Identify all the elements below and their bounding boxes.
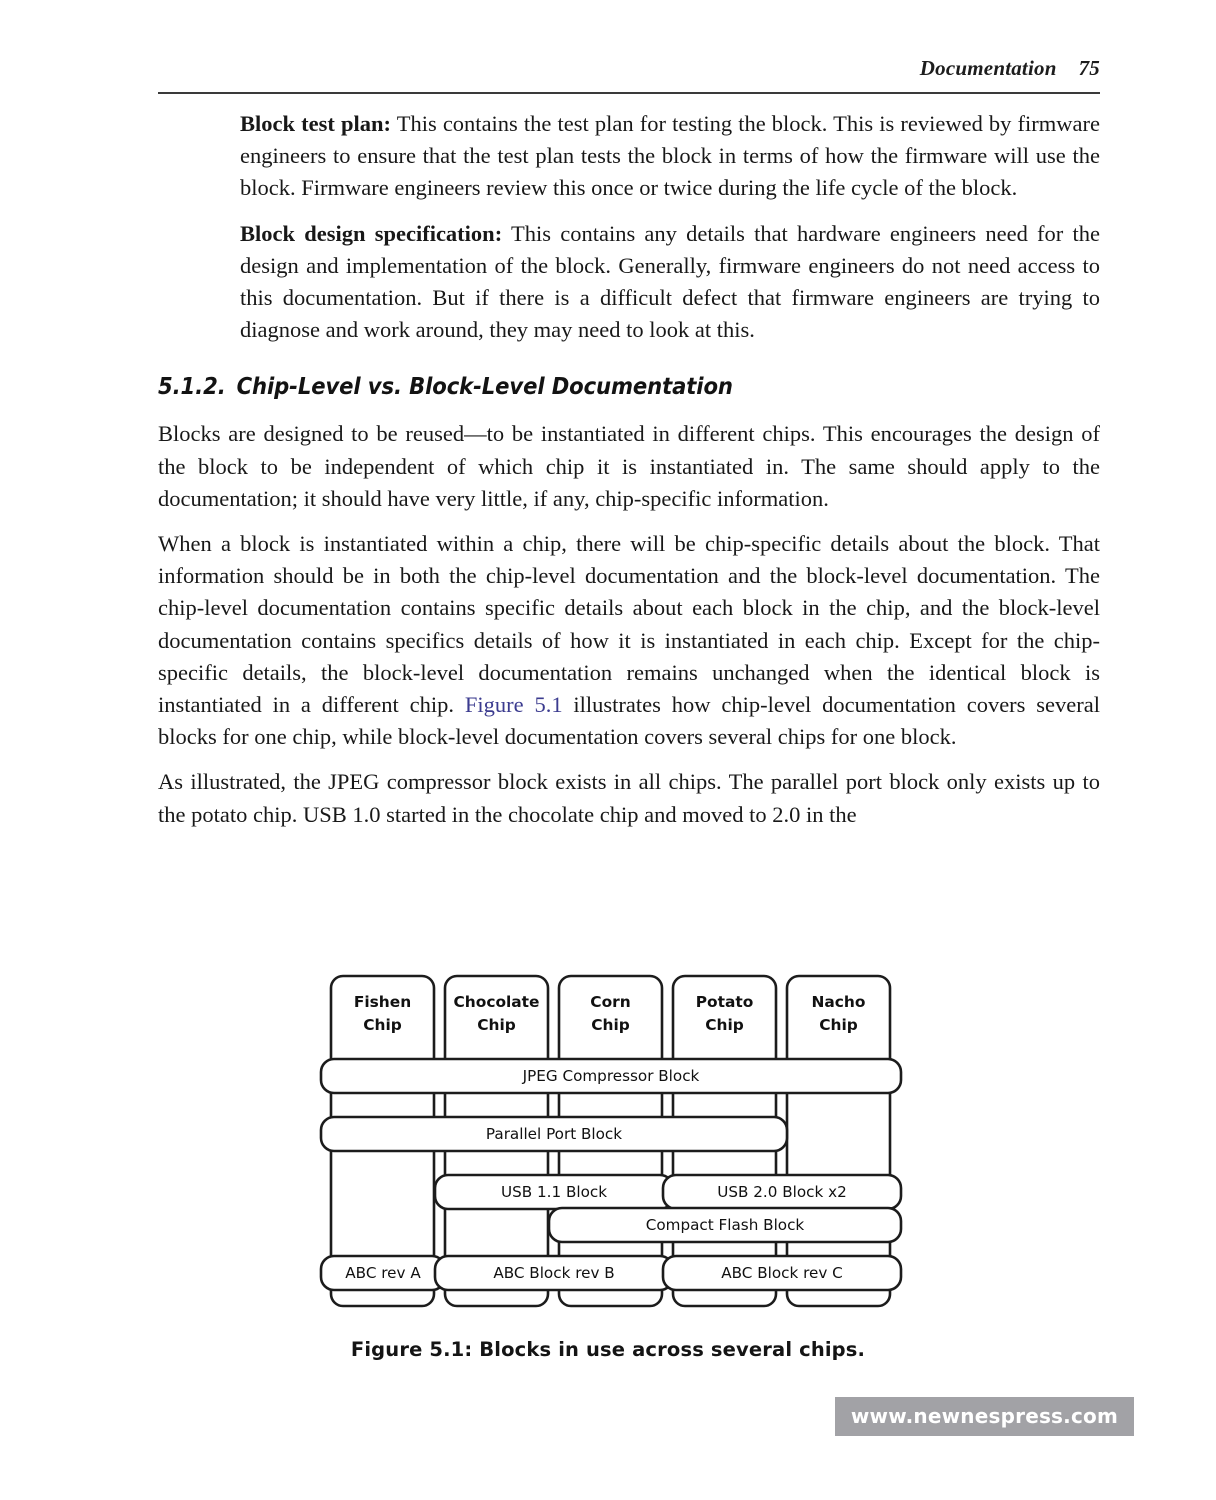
publisher-url-badge[interactable]: www.newnespress.com (834, 1397, 1134, 1436)
block-label-usb-2-0: USB 2.0 Block x2 (717, 1183, 847, 1201)
figure-5-1: Fishen Chip Chocolate Chip Corn Chip Pot… (0, 960, 1216, 1361)
section-title: Chip-Level vs. Block-Level Documentation (236, 372, 733, 401)
paragraph-block-design-specification: Block design specification: This contain… (240, 218, 1100, 347)
chip-label-fishen-line2: Chip (363, 1016, 402, 1034)
block-label-parallel-port: Parallel Port Block (486, 1125, 622, 1143)
paragraph-text-part-1: When a block is instantiated within a ch… (158, 531, 1100, 718)
paragraph-lead-in: Block test plan: (240, 111, 391, 136)
figure-diagram: Fishen Chip Chocolate Chip Corn Chip Pot… (312, 960, 904, 1322)
paragraph-block-test-plan: Block test plan: This contains the test … (240, 108, 1100, 205)
figure-caption: Figure 5.1: Blocks in use across several… (350, 1338, 866, 1361)
block-label-abc-rev-a: ABC rev A (345, 1264, 421, 1282)
chip-label-chocolate-line2: Chip (477, 1016, 516, 1034)
body-column: Block test plan: This contains the test … (158, 108, 1100, 844)
section-heading: 5.1.2. Chip-Level vs. Block-Level Documen… (158, 372, 1100, 400)
blocks-across-chips-diagram: Fishen Chip Chocolate Chip Corn Chip Pot… (319, 974, 903, 1308)
paragraph-lead-in: Block design specification: (240, 220, 503, 246)
header-rule (158, 92, 1100, 94)
chip-label-potato-line1: Potato (696, 993, 754, 1011)
running-header: Documentation 75 (158, 56, 1100, 81)
chip-label-potato-line2: Chip (705, 1016, 744, 1034)
paragraph-blocks-reused: Blocks are designed to be reused—to be i… (158, 421, 1100, 511)
chip-label-nacho-line2: Chip (819, 1016, 858, 1034)
chip-label-corn-line1: Corn (590, 993, 630, 1011)
chip-label-nacho-line1: Nacho (812, 993, 866, 1011)
paragraph-as-illustrated: As illustrated, the JPEG compressor bloc… (158, 769, 1100, 827)
section-number: 5.1.2. (158, 372, 226, 401)
document-page: Documentation 75 Block test plan: This co… (0, 0, 1216, 1500)
figure-cross-reference-link[interactable]: Figure 5.1 (465, 692, 563, 717)
paragraph-chip-specific-details: When a block is instantiated within a ch… (158, 528, 1100, 753)
page-number: 75 (1078, 56, 1100, 80)
running-header-title: Documentation (919, 56, 1057, 80)
block-label-abc-rev-b: ABC Block rev B (493, 1264, 614, 1282)
block-label-compact-flash: Compact Flash Block (646, 1216, 805, 1234)
block-label-usb-1-1: USB 1.1 Block (501, 1183, 607, 1201)
block-label-jpeg-compressor: JPEG Compressor Block (522, 1067, 700, 1085)
block-label-abc-rev-c: ABC Block rev C (721, 1264, 843, 1282)
chip-label-corn-line2: Chip (591, 1016, 630, 1034)
chip-label-chocolate-line1: Chocolate (454, 993, 540, 1011)
chip-label-fishen-line1: Fishen (354, 993, 411, 1011)
